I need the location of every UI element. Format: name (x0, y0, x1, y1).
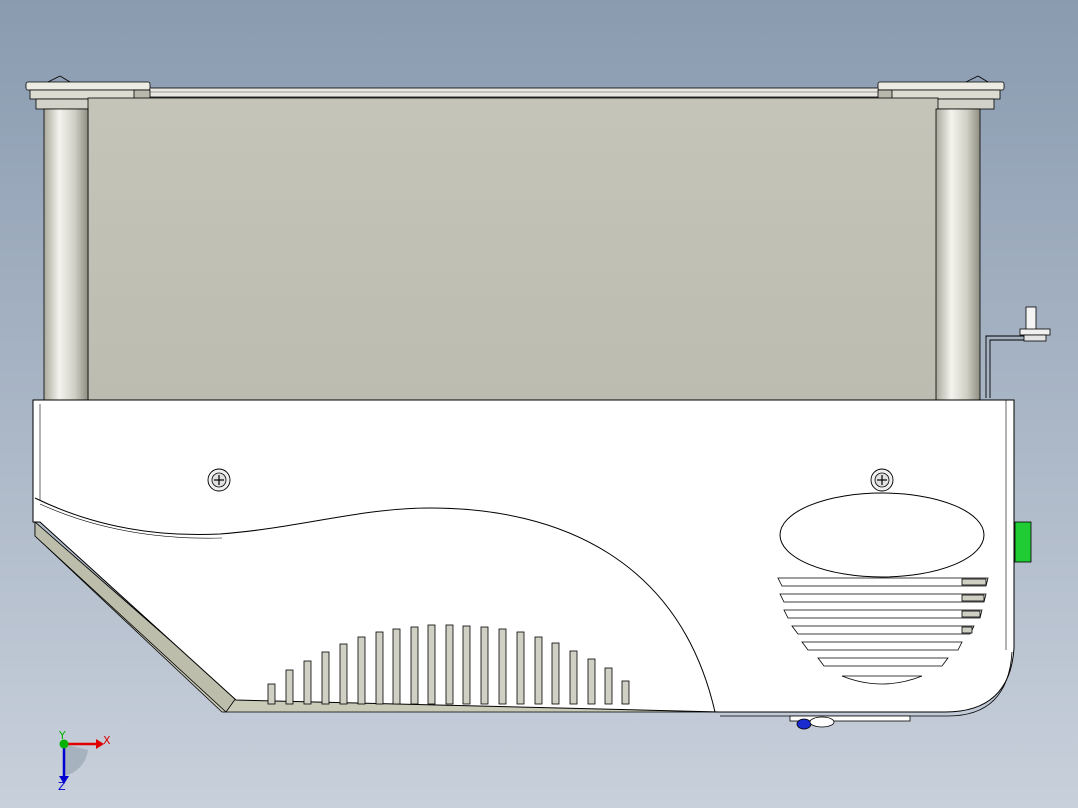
cad-drawing: X Y Z (0, 0, 1078, 808)
left-pillar (43, 108, 89, 402)
cad-viewport[interactable]: X Y Z (0, 0, 1078, 808)
z-axis-label: Z (58, 780, 66, 793)
right-pillar (935, 108, 981, 402)
x-axis-label: X (103, 734, 111, 747)
y-axis-label: Y (58, 729, 66, 742)
screw-left (207, 468, 231, 492)
back-panel (87, 97, 939, 401)
top-lid (139, 87, 887, 98)
screw-right (870, 468, 894, 492)
oval-window (779, 492, 985, 578)
green-indicator (1014, 521, 1032, 563)
